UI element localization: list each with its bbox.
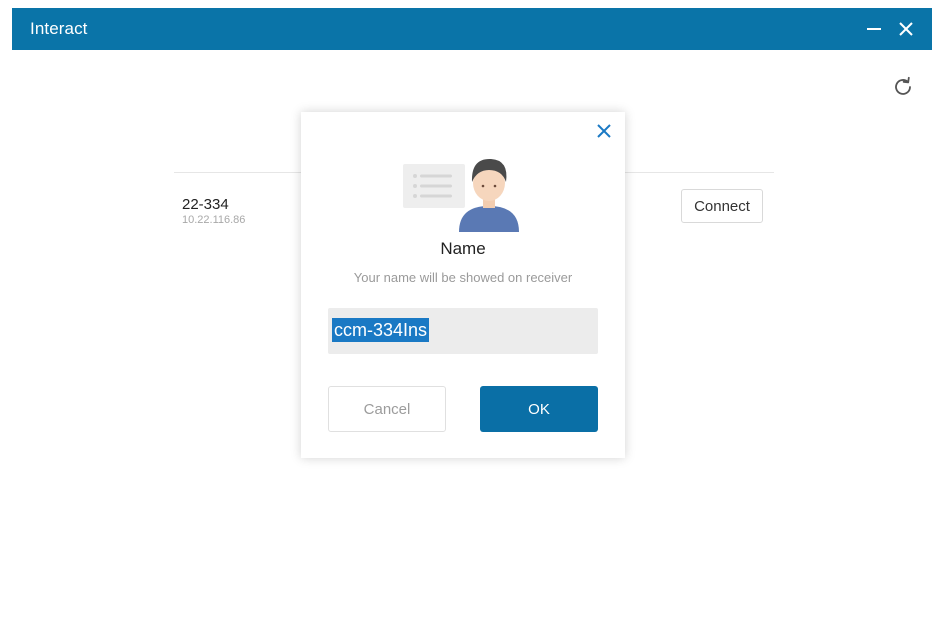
dialog-title: Name xyxy=(440,239,486,258)
minimize-button[interactable] xyxy=(859,14,889,44)
window-title: Interact xyxy=(30,19,88,38)
title-bar: Interact xyxy=(12,8,932,50)
name-input[interactable]: ccm-334Ins xyxy=(328,308,598,354)
close-icon xyxy=(899,22,913,36)
close-icon xyxy=(597,124,611,138)
minus-icon xyxy=(867,28,881,30)
dialog-subtitle: Your name will be showed on receiver xyxy=(353,270,573,285)
dialog-close-button[interactable] xyxy=(593,120,615,142)
refresh-button[interactable] xyxy=(888,72,918,102)
close-window-button[interactable] xyxy=(891,14,921,44)
ok-button[interactable]: OK xyxy=(480,386,598,432)
connect-button[interactable]: Connect xyxy=(681,189,763,223)
device-name: 22-334 xyxy=(182,196,229,213)
cancel-button[interactable]: Cancel xyxy=(328,386,446,432)
refresh-icon xyxy=(895,76,911,95)
name-dialog: Name Your name will be showed on receive… xyxy=(301,112,625,458)
name-input-value[interactable]: ccm-334Ins xyxy=(332,318,430,342)
device-ip: 10.22.116.86 xyxy=(182,214,246,226)
user-avatar-icon xyxy=(403,158,519,232)
